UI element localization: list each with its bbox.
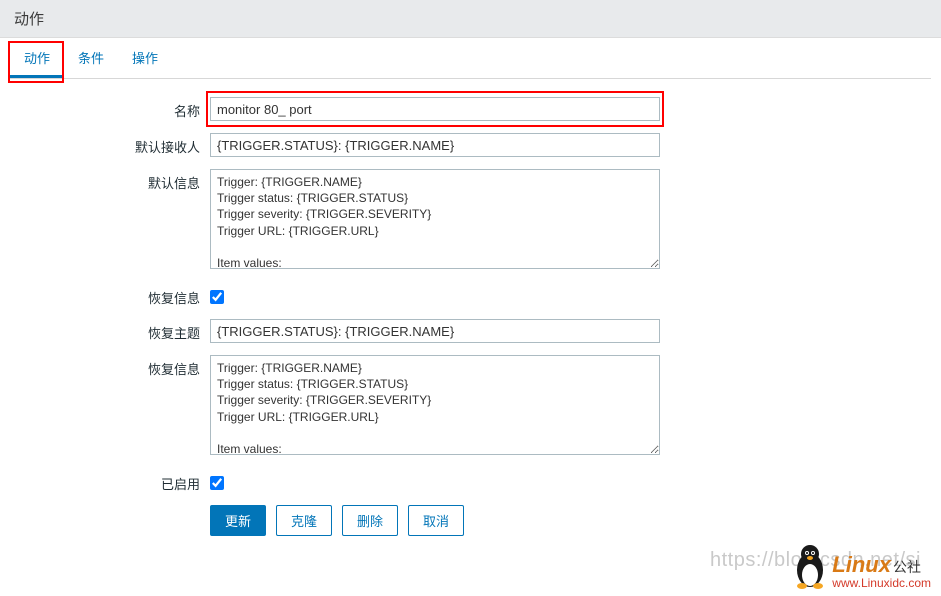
form-area: 名称 默认接收人 默认信息 恢复信息 恢复主题 [10, 93, 931, 536]
row-recovery-subject: 恢复主题 [10, 319, 931, 343]
label-default-message: 默认信息 [10, 169, 210, 192]
enabled-checkbox[interactable] [210, 476, 224, 490]
recovery-subject-input[interactable] [210, 319, 660, 343]
clone-button[interactable]: 克隆 [276, 505, 332, 536]
row-recovery-message: 恢复信息 [10, 355, 931, 458]
label-recovery-message: 恢复信息 [10, 355, 210, 378]
row-name: 名称 [10, 97, 931, 121]
label-recovery-subject: 恢复主题 [10, 319, 210, 342]
logo-url: www.Linuxidc.com [832, 576, 931, 590]
row-default-message: 默认信息 [10, 169, 931, 272]
name-highlight-box [210, 97, 660, 121]
default-recipient-input[interactable] [210, 133, 660, 157]
row-enabled: 已启用 [10, 470, 931, 493]
default-message-textarea[interactable] [210, 169, 660, 269]
update-button[interactable]: 更新 [210, 505, 266, 536]
label-enabled: 已启用 [10, 470, 210, 493]
page-title: 动作 [14, 11, 44, 28]
logo-main-text: Linux [832, 554, 891, 576]
logo-main: Linux 公社 [832, 554, 921, 576]
logo-text: Linux 公社 www.Linuxidc.com [832, 554, 931, 590]
tab-operations[interactable]: 操作 [118, 38, 172, 78]
name-input[interactable] [210, 97, 660, 121]
row-recovery-enable: 恢复信息 [10, 284, 931, 307]
delete-button[interactable]: 删除 [342, 505, 398, 536]
logo-cn-text: 公社 [893, 560, 921, 574]
label-recovery-enable: 恢复信息 [10, 284, 210, 307]
recovery-message-textarea[interactable] [210, 355, 660, 455]
cancel-button[interactable]: 取消 [408, 505, 464, 536]
button-row: 更新 克隆 删除 取消 [210, 505, 931, 536]
tab-conditions[interactable]: 条件 [64, 38, 118, 78]
penguin-icon [790, 542, 830, 590]
tab-bar: 动作 条件 操作 [10, 38, 931, 79]
label-default-recipient: 默认接收人 [10, 133, 210, 156]
recovery-enable-checkbox[interactable] [210, 290, 224, 304]
logo-area: Linux 公社 www.Linuxidc.com [790, 542, 931, 590]
tab-action[interactable]: 动作 [10, 38, 64, 78]
page-header: 动作 [0, 0, 941, 38]
row-default-recipient: 默认接收人 [10, 133, 931, 157]
label-name: 名称 [10, 97, 210, 120]
